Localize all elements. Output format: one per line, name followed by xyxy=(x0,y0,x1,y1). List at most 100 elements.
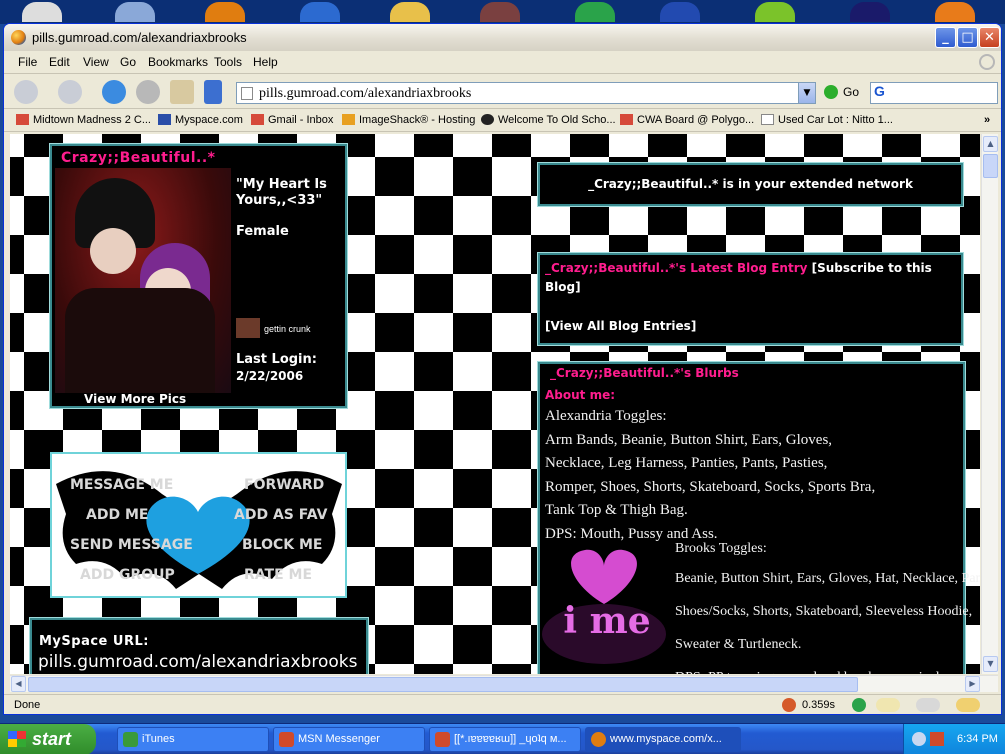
window-title: pills.gumroad.com/alexandriaxbrooks xyxy=(32,30,247,45)
scroll-right-icon[interactable]: ▶ xyxy=(965,676,980,692)
tray-arrow-icon[interactable] xyxy=(912,732,926,746)
profile-headline: "My Heart Is Yours,,<33" xyxy=(236,177,327,208)
vertical-scrollbar[interactable]: ▲ ▼ xyxy=(981,134,998,674)
go-arrow-icon xyxy=(824,85,838,99)
rate-me-link[interactable]: RATE ME xyxy=(244,560,327,590)
forward-link[interactable]: FORWARD xyxy=(244,470,327,500)
home-icon[interactable] xyxy=(170,80,194,104)
bookmarks-toolbar: Midtown Madness 2 C... Myspace.com Gmail… xyxy=(4,110,1001,132)
scroll-down-icon[interactable]: ▼ xyxy=(983,656,998,672)
activity-throbber-icon xyxy=(979,54,995,70)
load-time: 0.359s xyxy=(802,699,836,711)
profile-gender: Female xyxy=(236,224,289,239)
view-more-pics-link[interactable]: View More Pics xyxy=(84,392,186,406)
profile-photo[interactable] xyxy=(55,168,231,393)
bookmark-item[interactable]: Welcome To Old Scho... xyxy=(481,114,616,126)
bookmark-item[interactable]: Myspace.com xyxy=(158,114,243,126)
blog-title-link[interactable]: _Crazy;;Beautiful..*'s Latest Blog Entry xyxy=(545,261,807,275)
minimize-button[interactable]: _ xyxy=(935,27,956,48)
weather-icon xyxy=(876,698,900,712)
desktop-icon[interactable] xyxy=(575,2,615,22)
taskbar-item-firefox[interactable]: www.myspace.com/x... xyxy=(585,727,741,752)
desktop-icon[interactable] xyxy=(115,2,155,22)
blog-title: _Crazy;;Beautiful..*'s Latest Blog Entry… xyxy=(545,259,956,297)
gmail-icon xyxy=(16,114,29,125)
desktop-icon[interactable] xyxy=(390,2,430,22)
msn-tray-icon[interactable] xyxy=(930,732,944,746)
chevron-down-icon[interactable]: ▼ xyxy=(798,83,815,103)
menu-file[interactable]: File xyxy=(18,55,37,69)
add-me-link[interactable]: ADD ME xyxy=(86,500,193,530)
bookmark-item[interactable]: CWA Board @ Polygo... xyxy=(620,114,754,126)
windows-logo-icon xyxy=(8,731,26,747)
desktop-icon[interactable] xyxy=(22,2,62,22)
bookmarks-overflow-button[interactable]: » xyxy=(984,114,990,126)
start-button[interactable]: start xyxy=(0,724,96,754)
page-icon xyxy=(761,114,774,125)
scroll-thumb[interactable] xyxy=(983,154,998,178)
scroll-left-icon[interactable]: ◀ xyxy=(11,676,26,692)
site-icon xyxy=(481,114,494,125)
desktop-icon[interactable] xyxy=(755,2,795,22)
close-button[interactable]: ✕ xyxy=(979,27,1000,48)
desktop-icons-strip xyxy=(0,0,1005,24)
taskbar-item-itunes[interactable]: iTunes xyxy=(117,727,269,752)
menu-tools[interactable]: Tools xyxy=(214,55,242,69)
bookmark-item[interactable]: Gmail - Inbox xyxy=(251,114,333,126)
add-as-fav-link[interactable]: ADD AS FAV xyxy=(234,500,327,530)
address-text[interactable]: pills.gumroad.com/alexandriaxbrooks xyxy=(259,86,471,102)
view-all-blogs-link[interactable]: [View All Blog Entries] xyxy=(545,317,956,336)
alexandria-toggles: Alexandria Toggles: Arm Bands, Beanie, B… xyxy=(545,405,960,546)
menu-go[interactable]: Go xyxy=(120,55,136,69)
start-label: start xyxy=(32,729,72,749)
bookmark-item[interactable]: ImageShack® - Hosting xyxy=(342,114,475,126)
firefox-icon xyxy=(11,30,26,45)
block-me-link[interactable]: BLOCK ME xyxy=(242,530,327,560)
desktop-icon[interactable] xyxy=(480,2,520,22)
bookmark-label: Gmail - Inbox xyxy=(268,114,334,126)
blurbs-title: _Crazy;;Beautiful..*'s Blurbs xyxy=(550,366,739,380)
stop-icon[interactable] xyxy=(136,80,160,104)
message-me-link[interactable]: MESSAGE ME xyxy=(70,470,193,500)
bookmark-item[interactable]: Midtown Madness 2 C... xyxy=(16,114,151,126)
menu-help[interactable]: Help xyxy=(253,55,278,69)
bookmark-label: Used Car Lot : Nitto 1... xyxy=(778,114,893,126)
send-message-link[interactable]: SEND MESSAGE xyxy=(70,530,193,560)
desktop-icon[interactable] xyxy=(935,2,975,22)
scroll-up-icon[interactable]: ▲ xyxy=(983,136,998,152)
menu-bookmarks[interactable]: Bookmarks xyxy=(148,55,208,69)
horizontal-scroll-thumb[interactable] xyxy=(28,677,858,692)
profile-url[interactable]: pills.gumroad.com/alexandriaxbrooks xyxy=(38,652,357,672)
desktop-icon[interactable] xyxy=(660,2,700,22)
go-button[interactable]: Go xyxy=(824,85,859,99)
imageshack-icon xyxy=(342,114,355,125)
status-bar: Done 0.359s xyxy=(4,694,1001,715)
maximize-button[interactable]: □ xyxy=(957,27,978,48)
taskbar-item-chat[interactable]: [[*.ıɐɐɐɐʁɯ]] _ɥoʇq м... xyxy=(429,727,581,752)
gmail-icon xyxy=(251,114,264,125)
blurb-line: Brooks Toggles: xyxy=(675,541,767,556)
title-bar[interactable]: pills.gumroad.com/alexandriaxbrooks _ □ … xyxy=(4,24,1001,51)
contact-left-column: MESSAGE ME ADD ME SEND MESSAGE ADD GROUP xyxy=(70,470,193,590)
blurb-line: Tank Top & Thigh Bag. xyxy=(545,502,688,518)
brooks-toggles: Brooks Toggles: Beanie, Button Shirt, Ea… xyxy=(675,536,980,674)
bookmarks-icon[interactable] xyxy=(204,80,222,104)
desktop-icon[interactable] xyxy=(205,2,245,22)
forward-arrow-icon[interactable] xyxy=(58,80,82,104)
back-arrow-icon[interactable] xyxy=(14,80,38,104)
bookmark-label: CWA Board @ Polygo... xyxy=(637,114,755,126)
reload-icon[interactable] xyxy=(102,80,126,104)
blurb-line: Shoes/Socks, Shorts, Skateboard, Sleevel… xyxy=(675,604,973,619)
horizontal-scrollbar[interactable]: ◀ ▶ xyxy=(10,675,998,692)
address-bar[interactable]: pills.gumroad.com/alexandriaxbrooks ▼ xyxy=(236,82,816,104)
status-green-icon xyxy=(852,698,866,712)
desktop-icon[interactable] xyxy=(850,2,890,22)
add-group-link[interactable]: ADD GROUP xyxy=(80,560,193,590)
task-label: iTunes xyxy=(142,733,175,745)
google-search-input[interactable]: G xyxy=(870,82,998,104)
desktop-icon[interactable] xyxy=(300,2,340,22)
menu-view[interactable]: View xyxy=(83,55,109,69)
bookmark-item[interactable]: Used Car Lot : Nitto 1... xyxy=(761,114,893,126)
menu-edit[interactable]: Edit xyxy=(49,55,70,69)
taskbar-item-msn[interactable]: MSN Messenger xyxy=(273,727,425,752)
